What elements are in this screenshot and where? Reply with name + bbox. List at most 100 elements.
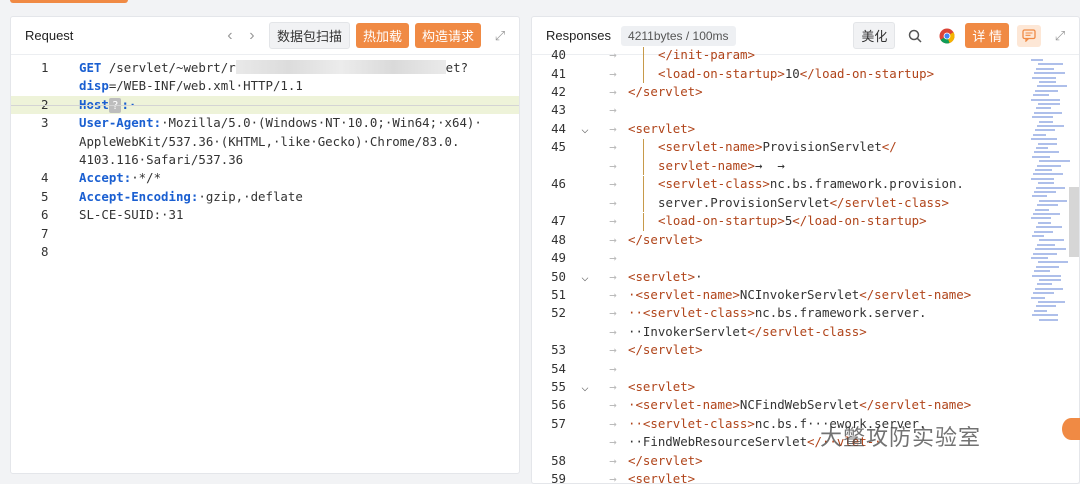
xml-tag: </servlet-name> (859, 397, 972, 413)
response-line[interactable]: 47 → <load-on-startup>5</load-on-startup> (532, 212, 1079, 231)
request-line[interactable]: disp=/WEB-INF/web.xml·HTTP/1.1 (11, 77, 519, 95)
code-minimap[interactable] (1031, 59, 1070, 329)
response-line[interactable]: 41 → <load-on-startup>10</load-on-startup> (532, 65, 1079, 84)
xml-content: ··FindWebResourceServlet (628, 434, 808, 450)
expand-icon[interactable]: ⤢ (491, 28, 509, 44)
response-line[interactable]: → server.ProvisionServlet</servlet-class> (532, 194, 1079, 213)
line-number: 45 (551, 139, 566, 155)
line-text: disp=/WEB-INF/web.xml·HTTP/1.1 (79, 77, 303, 95)
response-line[interactable]: → servlet-name>→ → (532, 157, 1079, 176)
line-number: 58 (551, 452, 566, 468)
line-number (11, 151, 79, 169)
watermark-text: 大鳖攻防实验室 (820, 426, 982, 451)
minimap-stroke (1034, 230, 1053, 233)
minimap-stroke (1039, 120, 1053, 123)
response-line[interactable]: 51 → ·<servlet-name>NCInvokerServlet</serv… (532, 286, 1079, 304)
packet-scan-button[interactable]: 数据包扫描 (268, 22, 350, 49)
xml-text: <servlet> (628, 120, 695, 138)
response-line[interactable]: 48 → </servlet> (532, 231, 1079, 249)
chevron-left-icon[interactable]: ‹ (219, 27, 241, 45)
fold-chevron-icon[interactable]: ⌵ (572, 120, 598, 138)
fold-chevron-icon[interactable]: ⌵ (572, 268, 598, 286)
response-line[interactable]: 56 → ·<servlet-name>NCFindWebServlet</serv… (532, 396, 1079, 414)
response-editor[interactable]: 40 → </init-param> 41 → <load-on-startup>10</… (532, 46, 1079, 484)
minimap-stroke (1036, 67, 1054, 70)
indent-guide (628, 46, 658, 65)
expand-icon[interactable]: ⤢ (1051, 28, 1069, 44)
request-line[interactable]: 1 GET /servlet/~webrt/r et? (11, 59, 519, 77)
response-line[interactable]: 43 → (532, 101, 1079, 119)
xml-tag: ·<servlet-name> (628, 397, 740, 413)
xml-text: </servlet> (628, 341, 703, 359)
line-number: 7 (41, 225, 49, 241)
request-line[interactable]: 8 (11, 243, 519, 261)
line-number: 41 (551, 65, 566, 81)
beautify-button[interactable]: 美化 (853, 22, 896, 49)
xml-tag: </servlet-class> (747, 323, 867, 339)
fold-chevron-icon[interactable]: ⌵ (572, 378, 598, 396)
response-line[interactable]: 40 → </init-param> (532, 46, 1079, 65)
request-line[interactable]: 7 (11, 225, 519, 243)
response-line[interactable]: 42 → </servlet> (532, 83, 1079, 101)
response-line[interactable]: 59 → <servlet> (532, 470, 1079, 484)
request-line[interactable]: 3 User-Agent:·Mozilla/5.0·(Windows·NT·10.… (11, 114, 519, 132)
minimap-stroke (1038, 221, 1051, 224)
indent-guide: → (609, 176, 617, 192)
hot-load-button[interactable]: 热加载 (355, 23, 409, 48)
fold-gutter (572, 286, 598, 304)
line-number: 47 (551, 213, 566, 229)
response-line[interactable]: 53 → </servlet> (532, 341, 1079, 359)
indent-guide (628, 138, 658, 157)
fold-gutter (572, 396, 598, 414)
fold-gutter (572, 65, 598, 84)
line-number: 40 (551, 47, 566, 62)
line-number: 59 (551, 471, 566, 484)
response-line[interactable]: 46 → <servlet-class>nc.bs.framework.provis… (532, 175, 1079, 194)
request-line[interactable]: 6 SL-CE-SUID:·31 (11, 206, 519, 224)
detail-button[interactable]: 详 情 (965, 23, 1009, 48)
fold-gutter (572, 46, 598, 65)
indent-guide: → (609, 471, 617, 484)
request-line[interactable]: 5 Accept-Encoding:·gzip,·deflate (11, 188, 519, 206)
response-line[interactable]: 55 ⌵ → <servlet> (532, 378, 1079, 396)
minimap-stroke (1039, 81, 1056, 83)
header-value: ·Mozilla/5.0·(Windows·NT·10.0;·Win64;·x6… (161, 115, 482, 131)
search-icon[interactable] (903, 25, 927, 47)
minimap-stroke (1038, 103, 1060, 105)
request-line[interactable]: AppleWebKit/537.36·(KHTML,·like·Gecko)·C… (11, 133, 519, 151)
response-line[interactable]: 44 ⌵ → <servlet> (532, 120, 1079, 138)
minimap-stroke (1033, 94, 1049, 97)
header-key: GET (79, 60, 102, 75)
response-line[interactable]: 45 → <servlet-name>ProvisionServlet</ (532, 138, 1079, 157)
response-line[interactable]: 57 → ··<servlet-class>nc.bs.f···ework.serv… (532, 415, 1079, 433)
fold-gutter (572, 157, 598, 176)
request-line[interactable]: 4103.116·Safari/537.36 (11, 151, 519, 169)
request-line[interactable]: 4 Accept:·*/* (11, 169, 519, 187)
minimap-stroke (1033, 252, 1057, 255)
indent-guide: → (609, 452, 617, 468)
response-line[interactable]: 52 → ··<servlet-class>nc.bs.framework.serv… (532, 304, 1079, 322)
chrome-icon[interactable] (935, 25, 959, 47)
response-line[interactable]: 54 → (532, 360, 1079, 378)
vertical-scrollbar[interactable] (1069, 187, 1079, 257)
minimap-stroke (1032, 235, 1044, 237)
response-line[interactable]: 50 ⌵ → <servlet>· (532, 268, 1079, 286)
header-value: AppleWebKit/537.36·(KHTML,·like·Gecko)·C… (79, 133, 460, 149)
indent-guide: → (609, 84, 617, 99)
xml-text: ··InvokerServlet</servlet-class> (628, 323, 867, 341)
indent-guide: → (609, 305, 617, 321)
line-number: 56 (551, 397, 566, 413)
response-line[interactable]: 58 → </servlet> (532, 452, 1079, 470)
line-number: 51 (551, 286, 566, 302)
chevron-right-icon[interactable]: › (241, 27, 263, 45)
xml-tag: > (747, 47, 755, 62)
response-line[interactable]: → ··FindWebResourceServlet</··vlet-· (532, 433, 1079, 451)
comment-icon[interactable] (1017, 24, 1041, 47)
build-request-button[interactable]: 构造请求 (414, 23, 481, 48)
fold-gutter (572, 101, 598, 119)
response-line[interactable]: → ··InvokerServlet</servlet-class> (532, 323, 1079, 341)
minimap-stroke (1031, 138, 1057, 141)
response-line[interactable]: 49 → (532, 249, 1079, 267)
xml-tag: </servlet> (628, 452, 703, 468)
request-editor[interactable]: 1 GET /servlet/~webrt/r et? disp=/WEB-INF/w… (11, 55, 519, 261)
